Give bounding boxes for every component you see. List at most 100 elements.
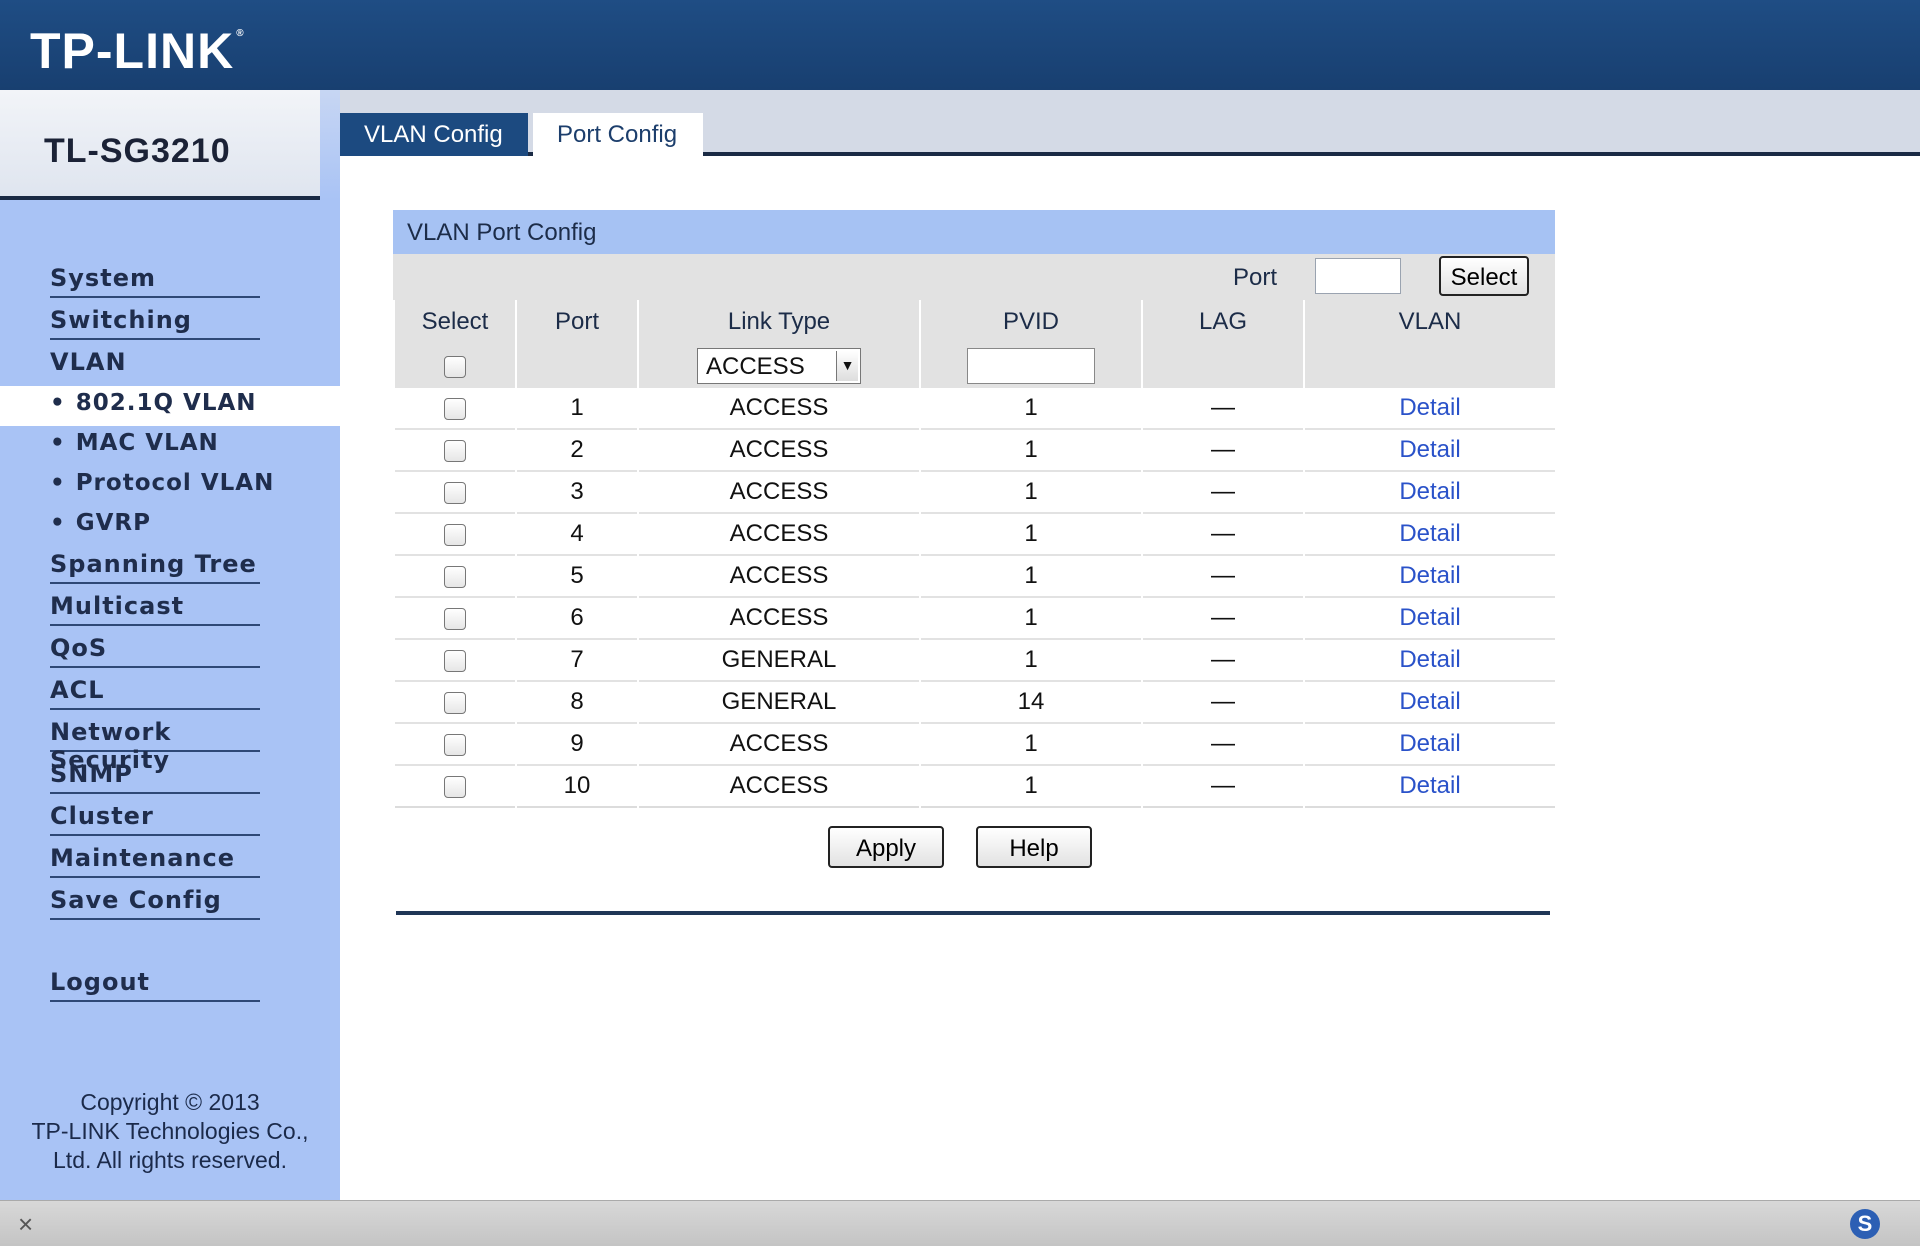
sidebar-subitem-protocol-vlan[interactable]: • Protocol VLAN bbox=[50, 466, 290, 502]
filter-vlan-cell bbox=[1305, 344, 1555, 388]
sidebar-item-spanning-tree[interactable]: Spanning Tree bbox=[50, 546, 260, 584]
row-link-type-cell: ACCESS bbox=[639, 724, 919, 766]
tab-port-config[interactable]: Port Config bbox=[533, 113, 703, 161]
row-pvid-cell: 1 bbox=[921, 598, 1141, 640]
sidebar-item-network-security[interactable]: Network Security bbox=[50, 714, 260, 774]
filter-port-cell bbox=[517, 344, 637, 388]
apply-button[interactable]: Apply bbox=[828, 826, 944, 868]
row-pvid-cell: 1 bbox=[921, 514, 1141, 556]
sidebar-subitem-label: 802.1Q VLAN bbox=[75, 390, 257, 416]
row-select-cell bbox=[395, 598, 515, 640]
sidebar-subitem-gvrp[interactable]: • GVRP bbox=[50, 506, 290, 542]
filter-row: ACCESS ▼ bbox=[395, 344, 1555, 388]
sidebar-item-save-config[interactable]: Save Config bbox=[50, 882, 260, 920]
row-lag-cell: — bbox=[1143, 766, 1303, 808]
row-select-cell bbox=[395, 682, 515, 724]
row-link-type-cell: ACCESS bbox=[639, 472, 919, 514]
row-vlan-detail-link[interactable]: Detail bbox=[1305, 682, 1555, 724]
row-checkbox[interactable] bbox=[444, 649, 466, 672]
table-row: 9 ACCESS 1— Detail bbox=[395, 724, 1555, 766]
help-button[interactable]: Help bbox=[976, 826, 1092, 868]
filter-lag-cell bbox=[1143, 344, 1303, 388]
sidebar-subitem-mac-vlan[interactable]: • MAC VLAN bbox=[50, 426, 290, 462]
filter-select-cell bbox=[395, 344, 515, 388]
row-lag-cell: — bbox=[1143, 472, 1303, 514]
row-checkbox[interactable] bbox=[444, 481, 466, 504]
port-input[interactable] bbox=[1315, 258, 1401, 294]
row-vlan-detail-link[interactable]: Detail bbox=[1305, 766, 1555, 808]
row-link-type-cell: ACCESS bbox=[639, 598, 919, 640]
sidebar-item-vlan[interactable]: VLAN bbox=[50, 344, 260, 382]
sidebar-subitem-802-1q-vlan[interactable]: • 802.1Q VLAN bbox=[50, 386, 290, 422]
row-port-cell: 5 bbox=[517, 556, 637, 598]
row-vlan-detail-link[interactable]: Detail bbox=[1305, 472, 1555, 514]
row-pvid-cell: 14 bbox=[921, 682, 1141, 724]
port-select-row: Port Select bbox=[393, 254, 1555, 300]
row-vlan-detail-link[interactable]: Detail bbox=[1305, 556, 1555, 598]
row-vlan-detail-link[interactable]: Detail bbox=[1305, 724, 1555, 766]
select-all-checkbox[interactable] bbox=[444, 355, 466, 378]
row-select-cell bbox=[395, 640, 515, 682]
sidebar-item-logout[interactable]: Logout bbox=[50, 964, 260, 1002]
row-link-type-cell: ACCESS bbox=[639, 430, 919, 472]
row-link-type-cell: ACCESS bbox=[639, 556, 919, 598]
row-lag-cell: — bbox=[1143, 598, 1303, 640]
row-vlan-detail-link[interactable]: Detail bbox=[1305, 388, 1555, 430]
row-vlan-detail-link[interactable]: Detail bbox=[1305, 598, 1555, 640]
row-lag-cell: — bbox=[1143, 556, 1303, 598]
row-port-cell: 10 bbox=[517, 766, 637, 808]
port-config-table: Select Port Link Type PVID LAG VLAN ACCE… bbox=[393, 300, 1557, 808]
row-link-type-cell: ACCESS bbox=[639, 766, 919, 808]
sidebar-item-switching[interactable]: Switching bbox=[50, 302, 260, 340]
column-header-pvid: PVID bbox=[921, 300, 1141, 344]
table-row: 5 ACCESS 1— Detail bbox=[395, 556, 1555, 598]
row-select-cell bbox=[395, 388, 515, 430]
pvid-input[interactable] bbox=[967, 348, 1095, 384]
row-checkbox[interactable] bbox=[444, 397, 466, 420]
select-button[interactable]: Select bbox=[1439, 256, 1529, 296]
sidebar-item-acl[interactable]: ACL bbox=[50, 672, 260, 710]
vlan-port-config-panel: VLAN Port Config Port Select Select Port… bbox=[393, 210, 1555, 808]
row-checkbox[interactable] bbox=[444, 733, 466, 756]
sidebar-subitem-label: MAC VLAN bbox=[75, 430, 219, 456]
row-checkbox[interactable] bbox=[444, 607, 466, 630]
column-header-link-type: Link Type bbox=[639, 300, 919, 344]
row-port-cell: 2 bbox=[517, 430, 637, 472]
row-pvid-cell: 1 bbox=[921, 556, 1141, 598]
filter-pvid-cell bbox=[921, 344, 1141, 388]
tab-vlan-config[interactable]: VLAN Config bbox=[340, 113, 528, 157]
copyright-line: TP-LINK Technologies Co., bbox=[31, 1118, 309, 1144]
sidebar-item-qos[interactable]: QoS bbox=[50, 630, 260, 668]
bullet: • bbox=[50, 470, 66, 496]
row-pvid-cell: 1 bbox=[921, 724, 1141, 766]
logo-text: TP-LINK bbox=[30, 23, 235, 79]
bullet: • bbox=[50, 390, 66, 416]
close-icon[interactable]: × bbox=[18, 1209, 33, 1240]
row-vlan-detail-link[interactable]: Detail bbox=[1305, 640, 1555, 682]
sidebar-item-maintenance[interactable]: Maintenance bbox=[50, 840, 260, 878]
row-port-cell: 3 bbox=[517, 472, 637, 514]
row-checkbox[interactable] bbox=[444, 691, 466, 714]
s-logo-icon[interactable]: S bbox=[1850, 1209, 1880, 1239]
row-checkbox[interactable] bbox=[444, 523, 466, 546]
link-type-dropdown[interactable]: ACCESS ▼ bbox=[697, 348, 861, 384]
row-vlan-detail-link[interactable]: Detail bbox=[1305, 514, 1555, 556]
row-checkbox[interactable] bbox=[444, 565, 466, 588]
column-header-port: Port bbox=[517, 300, 637, 344]
sidebar-item-multicast[interactable]: Multicast bbox=[50, 588, 260, 626]
row-checkbox[interactable] bbox=[444, 439, 466, 462]
row-select-cell bbox=[395, 556, 515, 598]
row-port-cell: 9 bbox=[517, 724, 637, 766]
column-header-lag: LAG bbox=[1143, 300, 1303, 344]
row-vlan-detail-link[interactable]: Detail bbox=[1305, 430, 1555, 472]
sidebar: TL-SG3210 System Switching VLAN • 802.1Q … bbox=[0, 90, 340, 1200]
sidebar-item-snmp[interactable]: SNMP bbox=[50, 756, 260, 794]
sidebar-item-system[interactable]: System bbox=[50, 260, 260, 298]
table-row: 3 ACCESS 1— Detail bbox=[395, 472, 1555, 514]
status-bar: × S bbox=[0, 1200, 1920, 1246]
table-row: 8 GENERAL 14— Detail bbox=[395, 682, 1555, 724]
row-checkbox[interactable] bbox=[444, 775, 466, 798]
row-port-cell: 8 bbox=[517, 682, 637, 724]
row-pvid-cell: 1 bbox=[921, 472, 1141, 514]
sidebar-item-cluster[interactable]: Cluster bbox=[50, 798, 260, 836]
